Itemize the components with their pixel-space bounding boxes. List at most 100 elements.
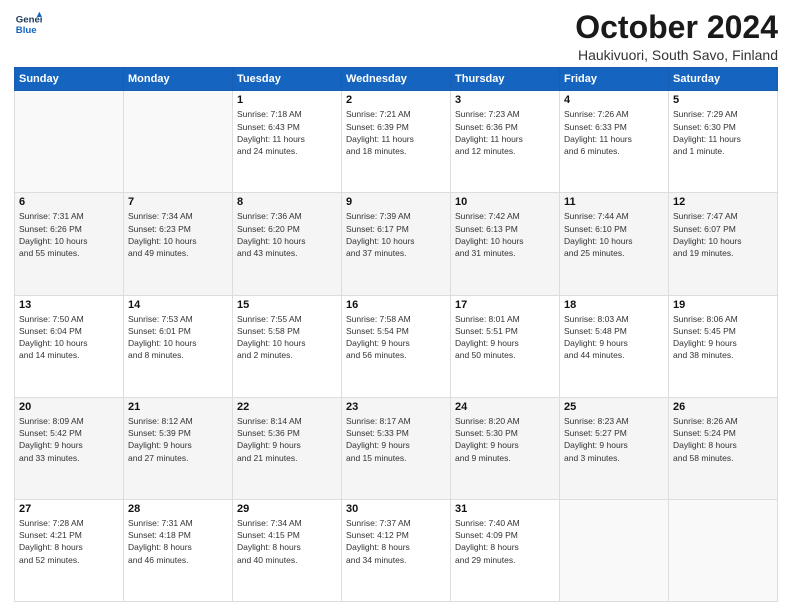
calendar-cell: 3 Sunrise: 7:23 AM Sunset: 6:36 PM Daylig…	[451, 91, 560, 193]
day-number: 10	[455, 196, 555, 208]
calendar-cell: 17 Sunrise: 8:01 AM Sunset: 5:51 PM Dayli…	[451, 295, 560, 397]
month-title: October 2024	[575, 10, 778, 45]
day-detail: Sunrise: 7:34 AM Sunset: 6:23 PM Dayligh…	[128, 210, 228, 259]
calendar-cell: 4Sunrise: 7:26 AM Sunset: 6:33 PM Daylig…	[560, 91, 669, 193]
calendar-cell: 21 Sunrise: 8:12 AM Sunset: 5:39 PM Dayli…	[124, 397, 233, 499]
day-number: 5	[673, 94, 773, 106]
day-detail: Sunrise: 7:31 AM Sunset: 6:26 PM Dayligh…	[19, 210, 119, 259]
calendar-week-row: 13 Sunrise: 7:50 AM Sunset: 6:04 PM Dayli…	[15, 295, 778, 397]
calendar-week-row: 27 Sunrise: 7:28 AM Sunset: 4:21 PM Dayli…	[15, 499, 778, 601]
calendar-cell: 13 Sunrise: 7:50 AM Sunset: 6:04 PM Dayli…	[15, 295, 124, 397]
calendar-cell: 2Sunrise: 7:21 AM Sunset: 6:39 PM Daylig…	[342, 91, 451, 193]
calendar-cell: 18 Sunrise: 8:03 AM Sunset: 5:48 PM Dayli…	[560, 295, 669, 397]
calendar-cell: 16 Sunrise: 7:58 AM Sunset: 5:54 PM Dayli…	[342, 295, 451, 397]
calendar-week-row: 6 Sunrise: 7:31 AM Sunset: 6:26 PM Daylig…	[15, 193, 778, 295]
logo-icon: General Blue	[14, 10, 42, 38]
calendar-cell: 19Sunrise: 8:06 AM Sunset: 5:45 PM Dayli…	[669, 295, 778, 397]
calendar-cell	[124, 91, 233, 193]
col-header-monday: Monday	[124, 68, 233, 91]
calendar-cell: 30Sunrise: 7:37 AM Sunset: 4:12 PM Dayli…	[342, 499, 451, 601]
day-number: 3	[455, 94, 555, 106]
calendar-cell: 14 Sunrise: 7:53 AM Sunset: 6:01 PM Dayli…	[124, 295, 233, 397]
calendar-cell: 5 Sunrise: 7:29 AM Sunset: 6:30 PM Daylig…	[669, 91, 778, 193]
day-number: 15	[237, 299, 337, 311]
day-number: 19	[673, 299, 773, 311]
day-number: 14	[128, 299, 228, 311]
calendar-cell: 23 Sunrise: 8:17 AM Sunset: 5:33 PM Dayli…	[342, 397, 451, 499]
day-detail: Sunrise: 7:36 AM Sunset: 6:20 PM Dayligh…	[237, 210, 337, 259]
day-detail: Sunrise: 8:12 AM Sunset: 5:39 PM Dayligh…	[128, 415, 228, 464]
day-number: 17	[455, 299, 555, 311]
day-number: 9	[346, 196, 446, 208]
day-detail: Sunrise: 8:26 AM Sunset: 5:24 PM Dayligh…	[673, 415, 773, 464]
day-detail: Sunrise: 7:58 AM Sunset: 5:54 PM Dayligh…	[346, 313, 446, 362]
calendar-cell: 24Sunrise: 8:20 AM Sunset: 5:30 PM Dayli…	[451, 397, 560, 499]
day-detail: Sunrise: 7:55 AM Sunset: 5:58 PM Dayligh…	[237, 313, 337, 362]
day-number: 16	[346, 299, 446, 311]
day-detail: Sunrise: 7:37 AM Sunset: 4:12 PM Dayligh…	[346, 517, 446, 566]
day-detail: Sunrise: 7:44 AM Sunset: 6:10 PM Dayligh…	[564, 210, 664, 259]
day-detail: Sunrise: 7:21 AM Sunset: 6:39 PM Dayligh…	[346, 108, 446, 157]
day-detail: Sunrise: 7:31 AM Sunset: 4:18 PM Dayligh…	[128, 517, 228, 566]
calendar-cell: 27 Sunrise: 7:28 AM Sunset: 4:21 PM Dayli…	[15, 499, 124, 601]
day-detail: Sunrise: 8:03 AM Sunset: 5:48 PM Dayligh…	[564, 313, 664, 362]
day-detail: Sunrise: 7:29 AM Sunset: 6:30 PM Dayligh…	[673, 108, 773, 157]
calendar-week-row: 1Sunrise: 7:18 AM Sunset: 6:43 PM Daylig…	[15, 91, 778, 193]
col-header-sunday: Sunday	[15, 68, 124, 91]
day-number: 25	[564, 401, 664, 413]
svg-text:Blue: Blue	[16, 25, 37, 36]
title-block: October 2024 Haukivuori, South Savo, Fin…	[575, 10, 778, 63]
calendar-cell: 10 Sunrise: 7:42 AM Sunset: 6:13 PM Dayli…	[451, 193, 560, 295]
day-number: 7	[128, 196, 228, 208]
day-detail: Sunrise: 7:39 AM Sunset: 6:17 PM Dayligh…	[346, 210, 446, 259]
calendar-cell: 9 Sunrise: 7:39 AM Sunset: 6:17 PM Daylig…	[342, 193, 451, 295]
calendar-week-row: 20Sunrise: 8:09 AM Sunset: 5:42 PM Dayli…	[15, 397, 778, 499]
calendar-page: General Blue October 2024 Haukivuori, So…	[0, 0, 792, 612]
day-detail: Sunrise: 7:34 AM Sunset: 4:15 PM Dayligh…	[237, 517, 337, 566]
day-number: 21	[128, 401, 228, 413]
day-detail: Sunrise: 7:50 AM Sunset: 6:04 PM Dayligh…	[19, 313, 119, 362]
day-number: 22	[237, 401, 337, 413]
day-number: 24	[455, 401, 555, 413]
day-detail: Sunrise: 7:42 AM Sunset: 6:13 PM Dayligh…	[455, 210, 555, 259]
calendar-cell: 7 Sunrise: 7:34 AM Sunset: 6:23 PM Daylig…	[124, 193, 233, 295]
col-header-wednesday: Wednesday	[342, 68, 451, 91]
col-header-thursday: Thursday	[451, 68, 560, 91]
day-number: 23	[346, 401, 446, 413]
day-number: 4	[564, 94, 664, 106]
page-header: General Blue October 2024 Haukivuori, So…	[14, 10, 778, 63]
calendar-cell: 20Sunrise: 8:09 AM Sunset: 5:42 PM Dayli…	[15, 397, 124, 499]
day-detail: Sunrise: 7:53 AM Sunset: 6:01 PM Dayligh…	[128, 313, 228, 362]
day-detail: Sunrise: 7:40 AM Sunset: 4:09 PM Dayligh…	[455, 517, 555, 566]
day-detail: Sunrise: 7:23 AM Sunset: 6:36 PM Dayligh…	[455, 108, 555, 157]
calendar-cell	[15, 91, 124, 193]
day-number: 1	[237, 94, 337, 106]
day-number: 18	[564, 299, 664, 311]
calendar-header-row: SundayMondayTuesdayWednesdayThursdayFrid…	[15, 68, 778, 91]
calendar-table: SundayMondayTuesdayWednesdayThursdayFrid…	[14, 67, 778, 602]
day-detail: Sunrise: 8:17 AM Sunset: 5:33 PM Dayligh…	[346, 415, 446, 464]
day-number: 31	[455, 503, 555, 515]
day-number: 26	[673, 401, 773, 413]
calendar-cell: 22 Sunrise: 8:14 AM Sunset: 5:36 PM Dayli…	[233, 397, 342, 499]
day-number: 29	[237, 503, 337, 515]
calendar-cell: 31 Sunrise: 7:40 AM Sunset: 4:09 PM Dayli…	[451, 499, 560, 601]
col-header-saturday: Saturday	[669, 68, 778, 91]
col-header-tuesday: Tuesday	[233, 68, 342, 91]
day-detail: Sunrise: 7:28 AM Sunset: 4:21 PM Dayligh…	[19, 517, 119, 566]
calendar-cell: 26 Sunrise: 8:26 AM Sunset: 5:24 PM Dayli…	[669, 397, 778, 499]
day-detail: Sunrise: 8:01 AM Sunset: 5:51 PM Dayligh…	[455, 313, 555, 362]
day-number: 20	[19, 401, 119, 413]
day-number: 28	[128, 503, 228, 515]
calendar-cell	[669, 499, 778, 601]
calendar-cell: 29 Sunrise: 7:34 AM Sunset: 4:15 PM Dayli…	[233, 499, 342, 601]
day-number: 13	[19, 299, 119, 311]
day-number: 11	[564, 196, 664, 208]
day-number: 12	[673, 196, 773, 208]
calendar-cell: 6 Sunrise: 7:31 AM Sunset: 6:26 PM Daylig…	[15, 193, 124, 295]
calendar-cell: 15 Sunrise: 7:55 AM Sunset: 5:58 PM Dayli…	[233, 295, 342, 397]
day-detail: Sunrise: 8:14 AM Sunset: 5:36 PM Dayligh…	[237, 415, 337, 464]
day-number: 6	[19, 196, 119, 208]
calendar-cell: 12Sunrise: 7:47 AM Sunset: 6:07 PM Dayli…	[669, 193, 778, 295]
day-number: 27	[19, 503, 119, 515]
